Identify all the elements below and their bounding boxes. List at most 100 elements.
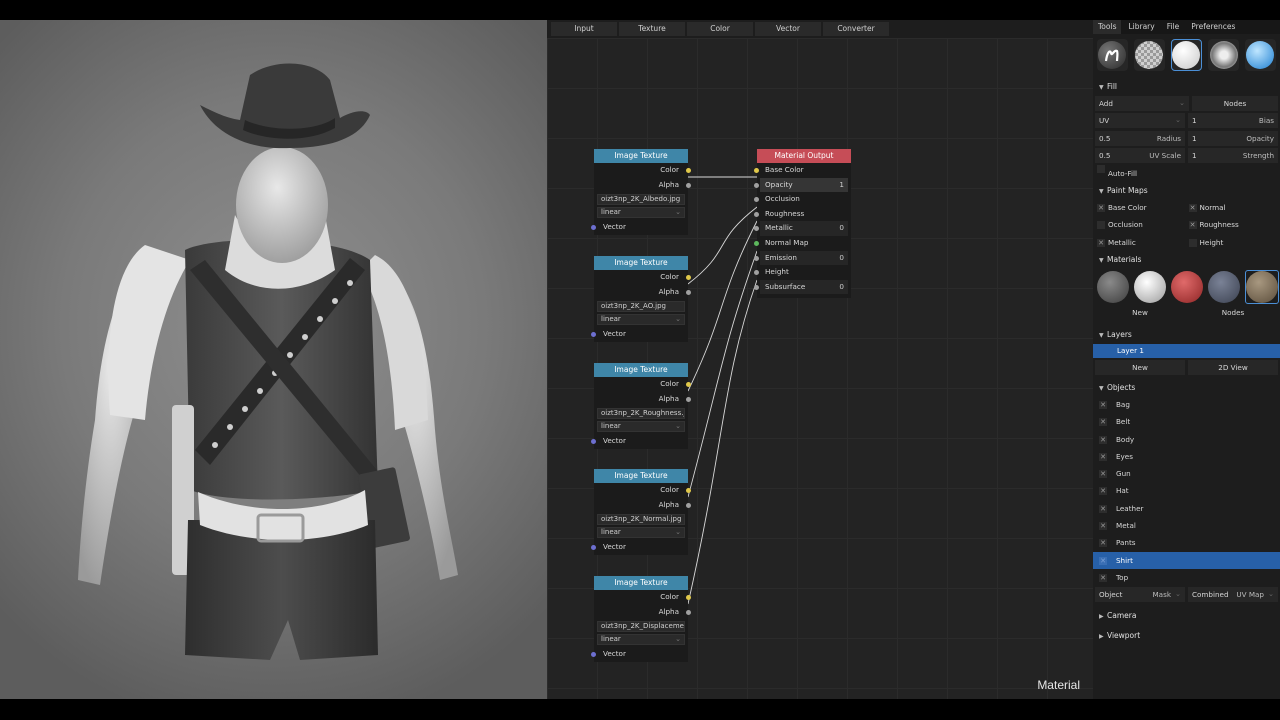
image-texture-node-ao[interactable]: Image Texture Color Alpha oizt3np_2K_AO.…	[591, 256, 691, 342]
node-title[interactable]: Image Texture	[594, 363, 688, 377]
interpolation-select[interactable]: linear	[597, 527, 685, 539]
opacity-socket[interactable]	[754, 182, 759, 188]
input-subsurface[interactable]: Subsurface 0	[754, 279, 848, 295]
file-field[interactable]: oizt3np_2K_Roughness.jp...	[597, 408, 685, 420]
new-material-button[interactable]: New	[1095, 305, 1185, 320]
tab-preferences[interactable]: Preferences	[1186, 20, 1240, 34]
emission-socket[interactable]	[754, 255, 759, 261]
brush-fill-tool[interactable]	[1170, 39, 1203, 71]
object-item-body[interactable]: ✕ Body	[1093, 431, 1280, 448]
object-visibility-checkbox[interactable]: ✕	[1099, 435, 1107, 444]
layer-item[interactable]: Layer 1	[1093, 343, 1280, 358]
vector-socket[interactable]	[591, 652, 596, 658]
object-mode-select[interactable]: Object Mask	[1095, 586, 1185, 603]
paint-map-roughness[interactable]: ✕ Roughness	[1188, 216, 1280, 233]
material-slot[interactable]	[1208, 270, 1240, 304]
node-title[interactable]: Image Texture	[594, 149, 688, 163]
object-visibility-checkbox[interactable]: ✕	[1099, 539, 1107, 548]
interpolation-select[interactable]: linear	[597, 421, 685, 433]
object-visibility-checkbox[interactable]: ✕	[1099, 400, 1107, 409]
roughness-checkbox[interactable]: ✕	[1188, 221, 1197, 230]
input-metallic[interactable]: Metallic 0	[754, 221, 848, 236]
object-visibility-checkbox[interactable]: ✕	[1099, 504, 1107, 513]
object-item-hat[interactable]: ✕ Hat	[1093, 482, 1280, 499]
normal-checkbox[interactable]: ✕	[1188, 203, 1197, 212]
material-slot-selected[interactable]	[1245, 270, 1279, 305]
base-color-checkbox[interactable]: ✕	[1097, 203, 1105, 212]
object-visibility-checkbox[interactable]: ✕	[1099, 452, 1107, 461]
material-output-node[interactable]: Material Output Base Color Opacity 1 Occl…	[754, 149, 851, 299]
input-emission[interactable]: Emission 0	[754, 250, 848, 266]
color-socket[interactable]	[686, 168, 691, 173]
brush-blur-tool[interactable]	[1208, 39, 1239, 71]
vector-socket[interactable]	[591, 439, 596, 445]
section-layers[interactable]: ▼ Layers	[1093, 326, 1280, 343]
height-socket[interactable]	[754, 270, 759, 276]
interpolation-select[interactable]: linear	[597, 634, 685, 646]
object-visibility-checkbox[interactable]: ✕	[1099, 556, 1107, 565]
vector-socket[interactable]	[591, 225, 596, 231]
tab-file[interactable]: File	[1162, 20, 1185, 34]
material-slot[interactable]	[1171, 270, 1203, 304]
image-texture-node-normal[interactable]: Image Texture Color Alpha oizt3np_2K_Nor…	[591, 469, 691, 555]
material-nodes-button[interactable]: Nodes	[1188, 305, 1278, 320]
tab-tools[interactable]: Tools	[1093, 20, 1122, 34]
section-objects[interactable]: ▼ Objects	[1093, 379, 1280, 396]
file-field[interactable]: oizt3np_2K_Displacement...	[597, 621, 685, 633]
paint-map-height[interactable]: Height	[1188, 234, 1280, 251]
section-camera[interactable]: ▶ Camera	[1093, 607, 1280, 624]
paint-map-normal[interactable]: ✕ Normal	[1188, 199, 1280, 216]
uv-scale-field[interactable]: 0.5 UV Scale	[1095, 148, 1185, 164]
height-checkbox[interactable]	[1188, 238, 1197, 247]
alpha-socket[interactable]	[686, 502, 691, 508]
node-title[interactable]: Image Texture	[594, 256, 688, 270]
file-field[interactable]: oizt3np_2K_Normal.jpg	[597, 514, 685, 526]
input-opacity[interactable]: Opacity 1	[754, 177, 848, 193]
3d-viewport[interactable]	[0, 20, 547, 699]
opacity-field[interactable]: 1 Opacity	[1188, 130, 1278, 146]
brush-draw-tool[interactable]	[1097, 39, 1128, 71]
view-mode-select[interactable]: Combined UV Map	[1188, 586, 1278, 603]
tab-library[interactable]: Library	[1123, 20, 1159, 34]
blend-mode-select[interactable]: Add	[1095, 95, 1189, 111]
node-title[interactable]: Image Texture	[594, 469, 688, 483]
material-slot[interactable]	[1134, 270, 1166, 304]
file-field[interactable]: oizt3np_2K_Albedo.jpg	[597, 194, 685, 206]
color-socket[interactable]	[686, 382, 691, 387]
color-socket[interactable]	[686, 595, 691, 600]
base-color-socket[interactable]	[754, 168, 759, 173]
paint-map-base-color[interactable]: ✕ Base Color	[1097, 199, 1189, 216]
image-texture-node-albedo[interactable]: Image Texture Color Alpha oizt3np_2K_Alb…	[591, 149, 691, 235]
alpha-socket[interactable]	[686, 289, 691, 295]
occlusion-socket[interactable]	[754, 197, 759, 203]
object-visibility-checkbox[interactable]: ✕	[1099, 418, 1107, 427]
object-item-metal[interactable]: ✕ Metal	[1093, 517, 1280, 534]
new-layer-button[interactable]: New	[1095, 359, 1185, 375]
vector-socket[interactable]	[591, 545, 596, 551]
metallic-socket[interactable]	[754, 226, 759, 232]
normal-map-socket[interactable]	[754, 240, 759, 246]
strength-field[interactable]: 1 Strength	[1188, 148, 1278, 164]
interpolation-select[interactable]: linear	[597, 314, 685, 326]
auto-fill-row[interactable]: Auto-Fill	[1093, 164, 1280, 182]
radius-field[interactable]: 0.5 Radius	[1095, 130, 1185, 146]
bias-field[interactable]: 1 Bias	[1188, 113, 1278, 129]
color-socket[interactable]	[686, 488, 691, 493]
image-texture-node-displacement[interactable]: Image Texture Color Alpha oizt3np_2K_Dis…	[591, 576, 691, 662]
object-item-gun[interactable]: ✕ Gun	[1093, 465, 1280, 482]
object-visibility-checkbox[interactable]: ✕	[1099, 573, 1107, 582]
color-socket[interactable]	[686, 275, 691, 280]
paint-map-occlusion[interactable]: Occlusion	[1097, 216, 1189, 233]
brush-particle-tool[interactable]	[1245, 39, 1276, 71]
object-item-bag[interactable]: ✕ Bag	[1093, 396, 1280, 413]
object-item-eyes[interactable]: ✕ Eyes	[1093, 448, 1280, 465]
section-viewport[interactable]: ▶ Viewport	[1093, 627, 1280, 644]
section-materials[interactable]: ▼ Materials	[1093, 251, 1280, 268]
node-editor[interactable]: Input Texture Color Vector Converter Ima…	[547, 20, 1093, 699]
object-item-pants[interactable]: ✕ Pants	[1093, 534, 1280, 551]
fill-nodes-button[interactable]: Nodes	[1192, 96, 1278, 111]
vector-socket[interactable]	[591, 332, 596, 338]
object-item-shirt[interactable]: ✕ Shirt	[1093, 551, 1280, 569]
file-field[interactable]: oizt3np_2K_AO.jpg	[597, 301, 685, 313]
paint-map-metallic[interactable]: ✕ Metallic	[1097, 234, 1189, 251]
